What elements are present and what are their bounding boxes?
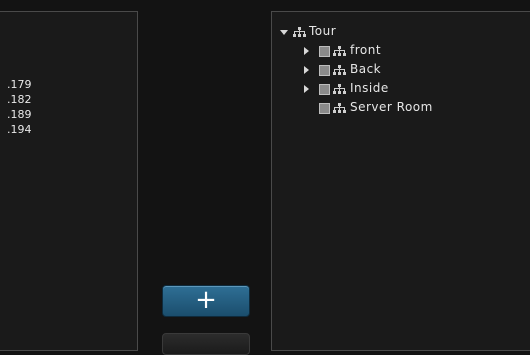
node-checkbox[interactable] bbox=[319, 46, 330, 57]
secondary-button[interactable] bbox=[162, 333, 250, 355]
ip-row[interactable]: .194 bbox=[7, 122, 32, 137]
network-icon bbox=[333, 46, 346, 56]
network-icon bbox=[333, 103, 346, 113]
network-icon bbox=[333, 65, 346, 75]
tree-node-label: Inside bbox=[350, 81, 389, 95]
node-checkbox[interactable] bbox=[319, 65, 330, 76]
ip-row[interactable]: .179 bbox=[7, 77, 32, 92]
plus-icon: + bbox=[195, 285, 217, 315]
device-list-panel: .179 .182 .189 .194 bbox=[0, 11, 138, 351]
node-checkbox[interactable] bbox=[319, 84, 330, 95]
node-checkbox[interactable] bbox=[319, 103, 330, 114]
tree-node-label: Back bbox=[350, 62, 382, 76]
tree-node-label: front bbox=[350, 43, 382, 57]
network-icon bbox=[333, 84, 346, 94]
ip-row[interactable]: .182 bbox=[7, 92, 32, 107]
caret-right-icon[interactable] bbox=[304, 47, 309, 55]
add-button[interactable]: + bbox=[162, 285, 250, 317]
tree-node-label: Tour bbox=[309, 24, 337, 38]
tour-tree-panel: Tour front Back Inside Server Room bbox=[271, 11, 530, 351]
caret-right-icon[interactable] bbox=[304, 66, 309, 74]
tree-node-label: Server Room bbox=[350, 100, 433, 114]
network-icon bbox=[293, 27, 306, 37]
caret-right-icon[interactable] bbox=[304, 85, 309, 93]
ip-list: .179 .182 .189 .194 bbox=[7, 77, 32, 137]
caret-down-icon[interactable] bbox=[280, 30, 288, 35]
ip-row[interactable]: .189 bbox=[7, 107, 32, 122]
